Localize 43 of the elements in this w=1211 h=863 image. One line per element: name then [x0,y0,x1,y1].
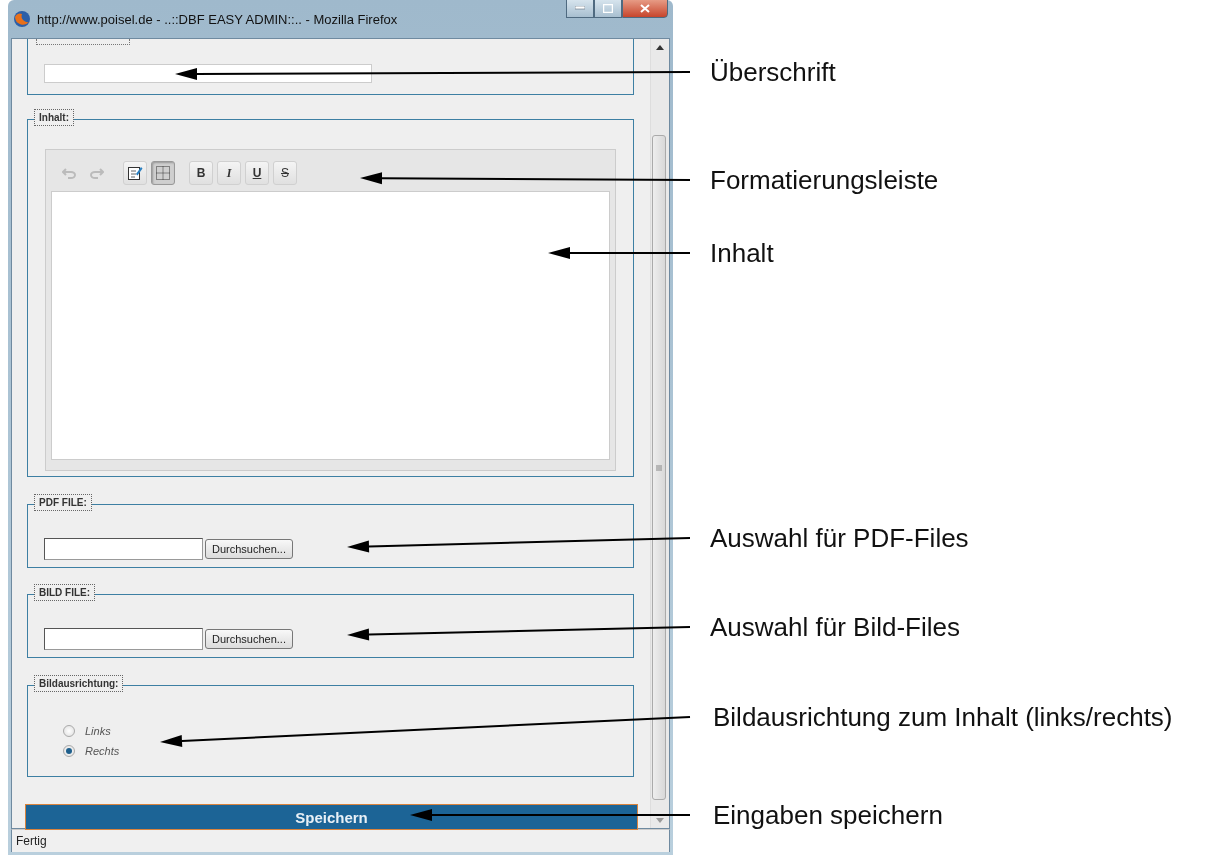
edit-icon [127,165,143,181]
annotation-label: Eingaben speichern [713,799,943,831]
close-button[interactable] [622,0,668,18]
italic-button[interactable]: I [217,161,241,185]
grid-icon [155,165,171,181]
group-label: BILD FILE: [34,584,96,601]
scroll-thumb[interactable] [652,135,666,800]
maximize-icon [603,3,613,13]
file-path-field[interactable] [44,538,203,560]
annotation-label: Bildausrichtung zum Inhalt (links/rechts) [713,701,1173,733]
annotation-label: Überschrift [710,56,836,88]
annotation-label: Formatierungsleiste [710,164,939,196]
save-button[interactable]: Speichern [25,804,638,830]
browse-button[interactable]: Durchsuchen... [205,629,293,649]
annotation-label: Auswahl für Bild-Files [710,611,960,643]
scroll-down-icon[interactable] [656,817,664,823]
edit-button[interactable] [123,161,147,185]
minimize-button[interactable] [566,0,594,18]
minimize-icon [575,6,585,10]
underline-button[interactable]: U [245,161,269,185]
bold-button[interactable]: B [189,161,213,185]
annotation-label: Inhalt [710,237,774,269]
radio-label: Rechts [85,745,120,757]
scrollbar[interactable] [650,39,669,828]
radio-button[interactable] [63,745,75,757]
browse-button[interactable]: Durchsuchen... [205,539,293,559]
status-text: Fertig [16,834,47,848]
group-label: Bildausrichtung: [34,675,124,692]
radio-button[interactable] [63,725,75,737]
maximize-button[interactable] [594,0,622,18]
redo-icon [90,167,104,179]
annotation-label: Auswahl für PDF-Files [710,522,969,554]
window-title: http://www.poisel.de - ..::DBF EASY ADMIN::.. - Mozilla Firefox [37,11,398,27]
group-label: Inhalt: [34,109,74,126]
heading-input-field[interactable] [44,64,372,83]
scroll-up-icon[interactable] [656,44,664,50]
radio-label: Links [85,725,111,737]
strikethrough-button[interactable]: S [273,161,297,185]
undo-icon [62,167,76,179]
group-label: PDF FILE: [34,494,92,511]
close-icon [640,3,650,13]
file-path-field[interactable] [44,628,203,650]
browser-logo-icon [13,10,31,28]
